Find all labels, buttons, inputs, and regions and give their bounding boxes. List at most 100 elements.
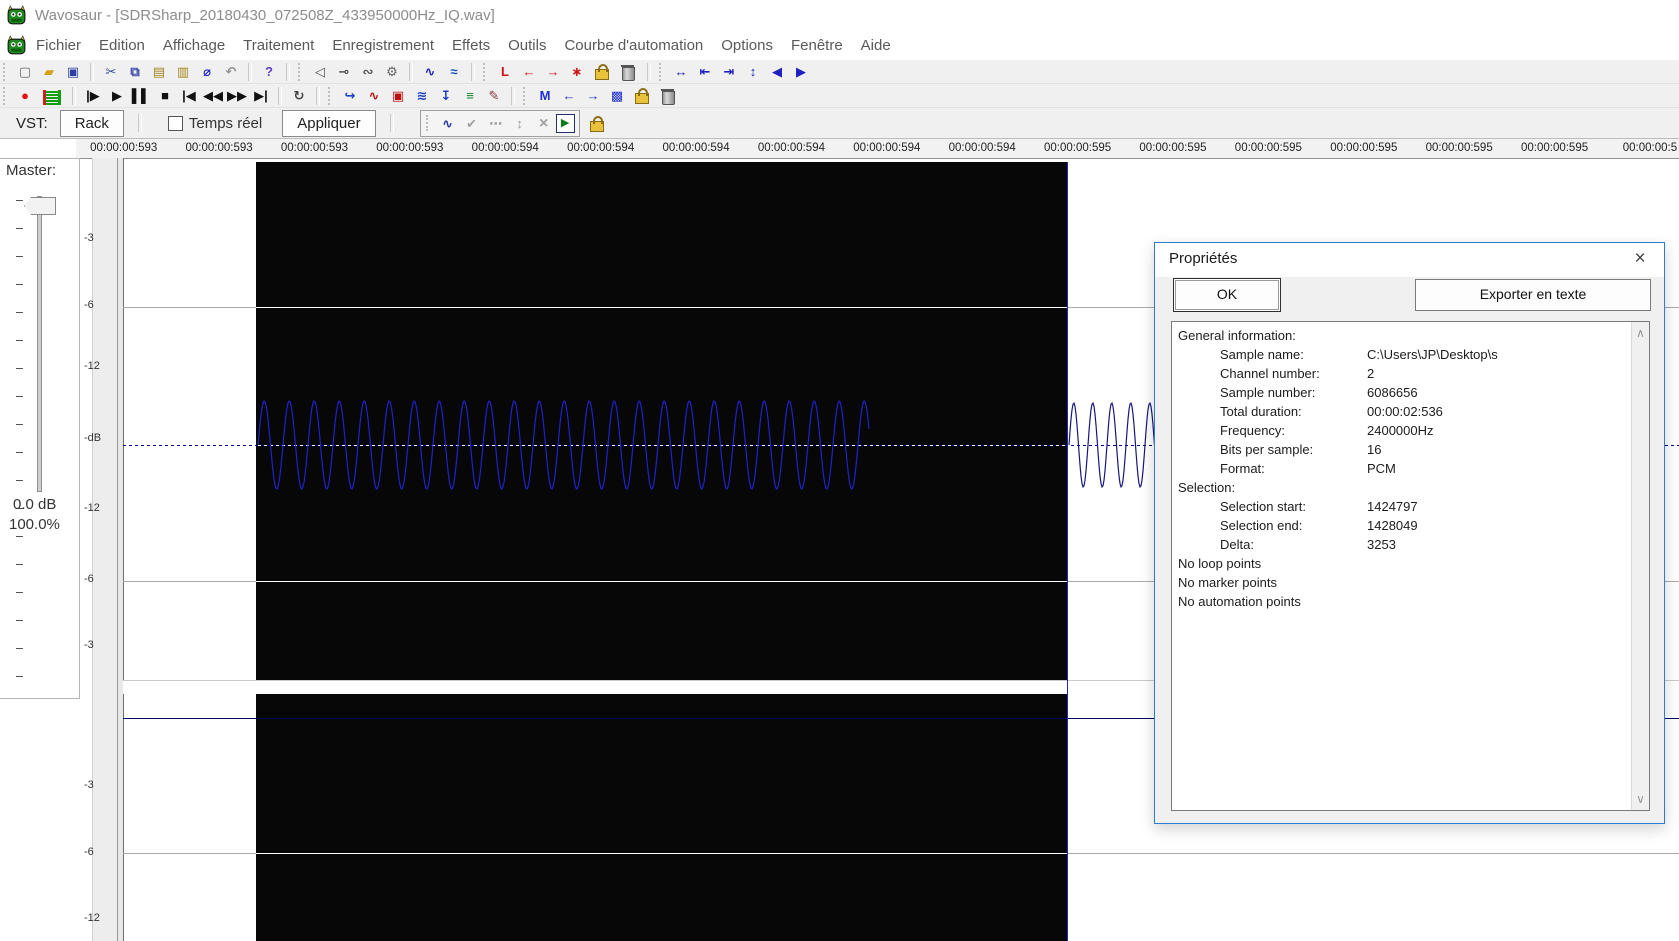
zoom-out-icon[interactable]: ⇤ <box>693 61 717 82</box>
loop-icon[interactable]: L <box>493 61 517 82</box>
paste-new-icon[interactable]: ▥ <box>171 61 195 82</box>
ruler-label: 00:00:00:594 <box>757 142 825 154</box>
vst-bar: VST: Rack Temps réel Appliquer ∿ ✔ ⋯ ↕ ×… <box>0 108 1679 139</box>
list-row: No automation points <box>1178 594 1301 609</box>
statistics-icon[interactable]: ≡ <box>458 85 482 106</box>
open-file-icon[interactable]: ▰ <box>37 61 61 82</box>
marker-next-icon[interactable]: → <box>581 85 605 106</box>
wavosaur-logo-icon <box>7 4 26 24</box>
insert-silence-icon[interactable]: ↧ <box>434 85 458 106</box>
marker-icon[interactable]: M <box>533 85 557 106</box>
automation-lock-icon[interactable] <box>589 115 604 132</box>
paste-icon[interactable]: ▤ <box>147 61 171 82</box>
prev-view-icon[interactable]: ◀ <box>765 61 789 82</box>
go-start-icon[interactable]: |◀ <box>177 85 201 106</box>
master-gain-percent: 100.0% <box>9 516 60 533</box>
master-fader-track[interactable] <box>37 196 42 492</box>
menu-outils[interactable]: Outils <box>499 33 555 58</box>
timeline-ruler[interactable]: 00:00:00:593 00:00:00:593 00:00:00:593 0… <box>0 139 1679 159</box>
marker-lock-icon[interactable] <box>635 88 649 104</box>
menu-enregistrement[interactable]: Enregistrement <box>323 33 443 58</box>
close-icon[interactable]: × <box>1628 247 1652 271</box>
menu-edition[interactable]: Edition <box>90 33 154 58</box>
batch-icon[interactable]: ▣ <box>386 85 410 106</box>
go-end-icon[interactable]: ▶| <box>249 85 273 106</box>
ruler-label: 00:00:00:594 <box>853 142 921 154</box>
db-label: -6 <box>84 846 94 858</box>
export-text-button[interactable]: Exporter en texte <box>1415 279 1651 311</box>
loop-start-icon[interactable]: ← <box>517 61 541 82</box>
next-view-icon[interactable]: ▶ <box>789 61 813 82</box>
zoom-in-icon[interactable]: ⇥ <box>717 61 741 82</box>
vst-rack-button[interactable]: Rack <box>59 109 124 137</box>
realtime-checkbox[interactable] <box>167 115 183 131</box>
list-row: Total duration: 00:00:02:536 <box>1220 404 1443 419</box>
scroll-down-icon[interactable]: ∨ <box>1632 792 1649 806</box>
db-label: -3 <box>84 232 94 244</box>
automation-line-icon[interactable]: ⋯ <box>484 113 508 134</box>
play-from-cursor-icon[interactable]: |▶ <box>81 85 105 106</box>
wave-view-icon[interactable]: ≈ <box>442 61 466 82</box>
menu-courbe-automation[interactable]: Courbe d'automation <box>555 33 712 58</box>
vst-label: VST: <box>16 114 48 132</box>
level-meter-icon[interactable] <box>43 89 61 105</box>
record-icon[interactable]: ● <box>13 85 37 106</box>
selection-region[interactable] <box>256 162 1067 941</box>
list-scrollbar[interactable]: ∧ ∨ <box>1631 322 1649 810</box>
pause-icon[interactable]: ▌▌ <box>129 85 153 106</box>
new-file-icon[interactable]: ▢ <box>13 61 37 82</box>
zoom-vertical-icon[interactable]: ↕ <box>741 61 765 82</box>
automation-scale-icon[interactable]: ↕ <box>508 113 532 134</box>
cut-icon[interactable]: ✂ <box>99 61 123 82</box>
db-label: -12 <box>84 360 100 372</box>
play-icon[interactable]: ▶ <box>105 85 129 106</box>
menu-options[interactable]: Options <box>712 33 782 58</box>
insert-icon[interactable]: ↪ <box>338 85 362 106</box>
menu-aide[interactable]: Aide <box>852 33 900 58</box>
vst-apply-button[interactable]: Appliquer <box>282 109 376 137</box>
menu-traitement[interactable]: Traitement <box>234 33 323 58</box>
trim-icon[interactable]: ⌀ <box>195 61 219 82</box>
menu-fenetre[interactable]: Fenêtre <box>782 33 852 58</box>
properties-list[interactable]: General information: Sample name: C:\User… <box>1171 321 1650 811</box>
marker-delete-icon[interactable] <box>661 88 675 105</box>
save-file-icon[interactable]: ▣ <box>61 61 85 82</box>
marker-wave-icon[interactable]: ▩ <box>605 85 629 106</box>
draw-icon[interactable]: ✎ <box>482 85 506 106</box>
marker-prev-icon[interactable]: ← <box>557 85 581 106</box>
rewind-icon[interactable]: ◀◀ <box>201 85 225 106</box>
dialog-title-bar[interactable]: Propriétés × <box>1155 243 1664 277</box>
automation-play-icon[interactable]: ▶ <box>555 113 575 133</box>
analysis-icon[interactable]: ∿ <box>362 85 386 106</box>
menu-fichier[interactable]: Fichier <box>27 33 90 58</box>
monitor-icon[interactable]: ◁ <box>308 61 332 82</box>
wave-select-icon[interactable]: ∿ <box>418 61 442 82</box>
config-icon[interactable]: ⚙ <box>380 61 404 82</box>
patch-icon[interactable]: ∾ <box>356 61 380 82</box>
loop-playback-icon[interactable]: ↻ <box>287 85 311 106</box>
ruler-label: 00:00:00:594 <box>567 142 635 154</box>
automation-clear-icon[interactable]: × <box>532 113 556 134</box>
scroll-up-icon[interactable]: ∧ <box>1632 326 1649 340</box>
forward-icon[interactable]: ▶▶ <box>225 85 249 106</box>
stop-icon[interactable]: ■ <box>153 85 177 106</box>
zoom-selection-icon[interactable]: ↔ <box>669 61 693 82</box>
selection-right-edge[interactable] <box>1067 162 1068 941</box>
routing-icon[interactable]: ⊸ <box>332 61 356 82</box>
loop-end-icon[interactable]: → <box>541 61 565 82</box>
menu-effets[interactable]: Effets <box>443 33 499 58</box>
loop-lock-icon[interactable] <box>595 64 609 80</box>
ok-button[interactable]: OK <box>1173 278 1281 312</box>
filter-icon[interactable]: ≋ <box>410 85 434 106</box>
list-row: Channel number: 2 <box>1220 366 1375 381</box>
loop-delete-icon[interactable] <box>621 64 635 81</box>
undo-icon[interactable]: ↶ <box>219 61 243 82</box>
automation-apply-icon[interactable]: ✔ <box>460 113 484 134</box>
master-gain-db: 0.0 dB <box>13 496 57 513</box>
help-icon[interactable]: ? <box>257 61 281 82</box>
menu-affichage[interactable]: Affichage <box>154 33 234 58</box>
automation-curve-icon[interactable]: ∿ <box>436 113 460 134</box>
loop-points-icon[interactable]: ∗ <box>565 61 589 82</box>
ruler-label: 00:00:00:595 <box>1139 142 1207 154</box>
copy-icon[interactable]: ⧉ <box>123 61 147 82</box>
